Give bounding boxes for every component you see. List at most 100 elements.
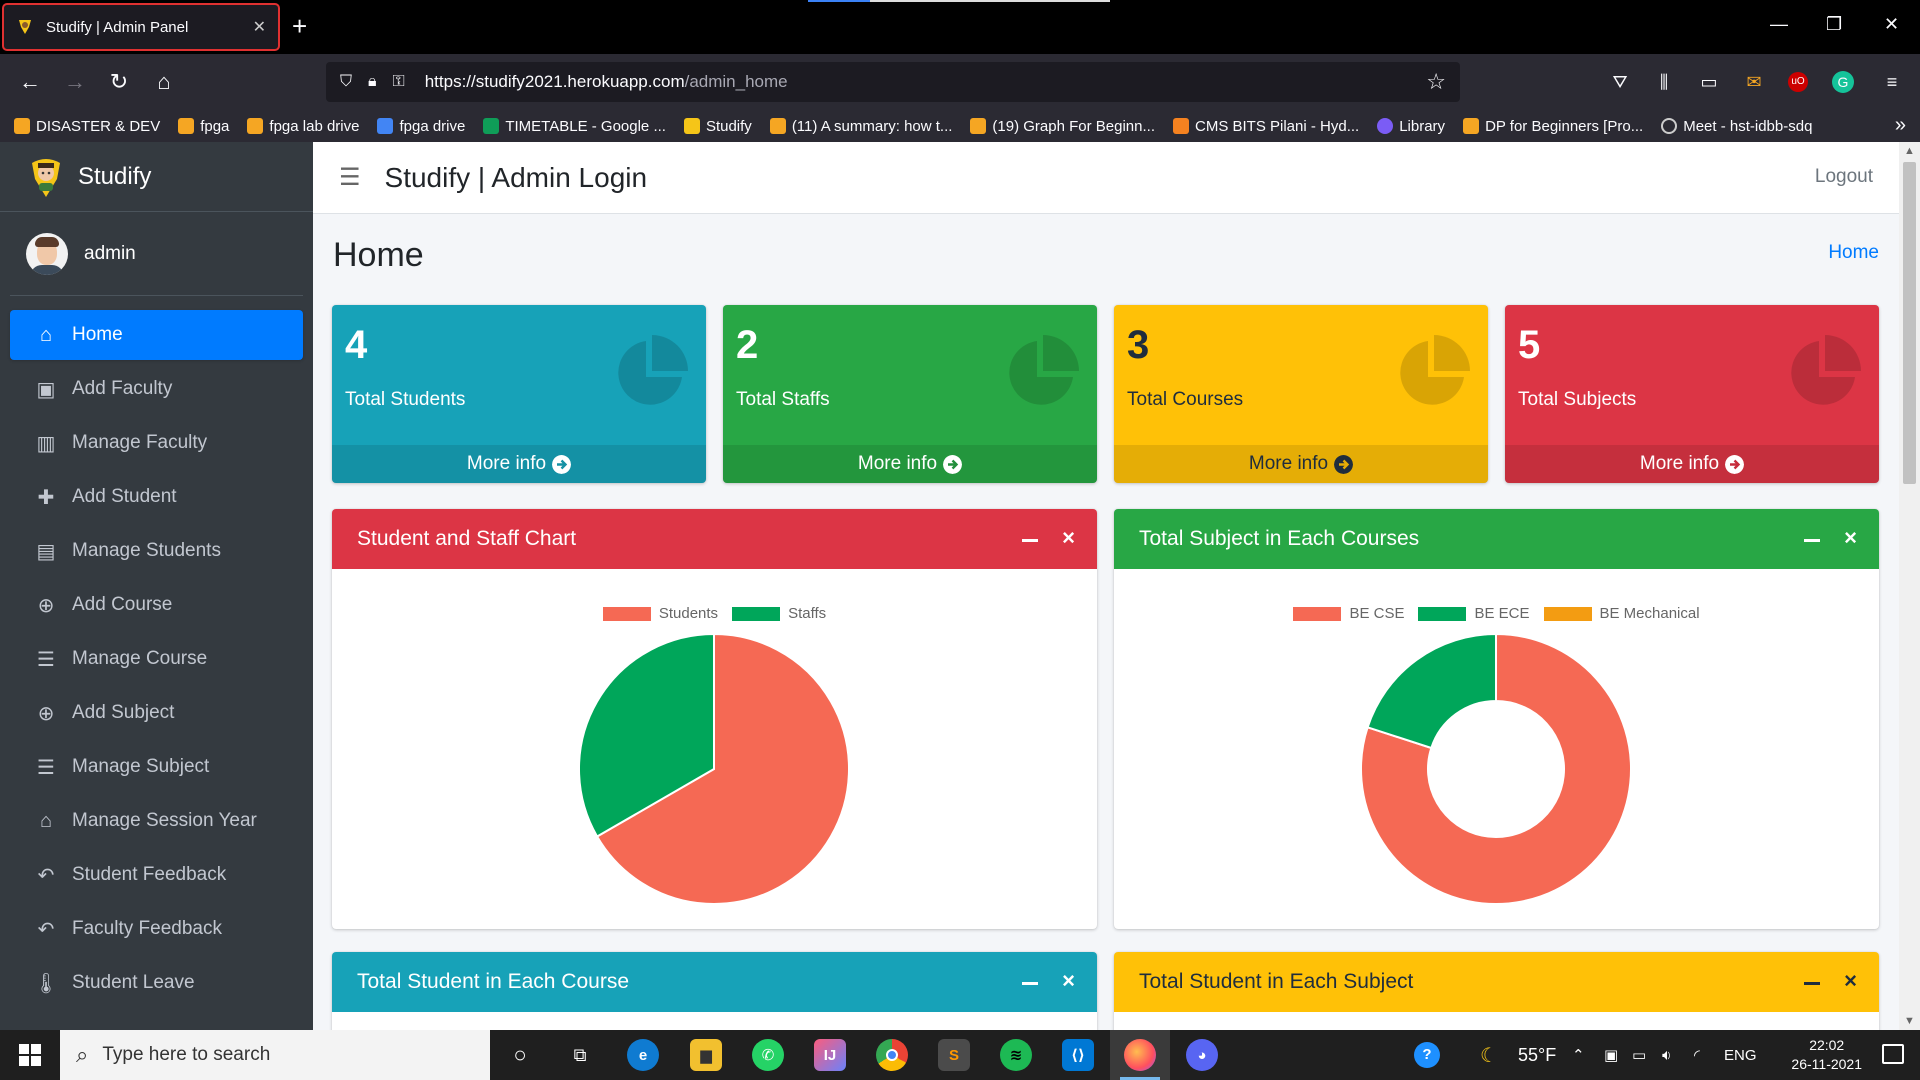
- cortana-icon[interactable]: ○: [504, 1039, 536, 1071]
- new-tab-icon[interactable]: +: [292, 12, 307, 40]
- sidebar-item-add-subject[interactable]: ⊕ Add Subject: [10, 688, 303, 738]
- sidebar-icon[interactable]: ▭: [1697, 70, 1721, 94]
- close-icon[interactable]: ×: [1844, 970, 1857, 992]
- legend-item[interactable]: Staffs: [732, 605, 826, 622]
- minimize-window-icon[interactable]: —: [1770, 14, 1788, 35]
- legend-item[interactable]: Students: [602, 605, 718, 622]
- logout-link[interactable]: Logout: [1815, 166, 1873, 188]
- sidebar-item-faculty-feedback[interactable]: ↶ Faculty Feedback: [10, 904, 303, 954]
- slice-be-cse[interactable]: [1360, 632, 1632, 905]
- battery-icon[interactable]: ▭: [1632, 1030, 1646, 1080]
- forward-icon[interactable]: →: [61, 68, 89, 96]
- scroll-up-icon[interactable]: ▲: [1899, 142, 1920, 160]
- weather-moon-icon[interactable]: ☾: [1480, 1030, 1498, 1080]
- sidebar-item-manage-course[interactable]: ☰ Manage Course: [10, 634, 303, 684]
- legend-item[interactable]: BE Mechanical: [1543, 605, 1700, 622]
- sidebar-item-add-faculty[interactable]: ▣ Add Faculty: [10, 364, 303, 414]
- close-icon[interactable]: ×: [1062, 970, 1075, 992]
- sidebar-item-student-feedback[interactable]: ↶ Student Feedback: [10, 850, 303, 900]
- user-panel[interactable]: admin: [10, 212, 303, 296]
- edge-icon[interactable]: e: [627, 1039, 659, 1071]
- url-text[interactable]: https://studify2021.herokuapp.com/admin_…: [425, 72, 1427, 92]
- sidebar-item-manage-students[interactable]: ▤ Manage Students: [10, 526, 303, 576]
- volume-icon[interactable]: 🔉︎: [1662, 1030, 1671, 1080]
- taskbar-clock[interactable]: 22:02 26-11-2021: [1791, 1036, 1862, 1074]
- bookmark-item[interactable]: Library: [1377, 118, 1445, 135]
- slice-students[interactable]: [595, 632, 850, 905]
- sidebar-item-manage-session-year[interactable]: ⌂ Manage Session Year: [10, 796, 303, 846]
- close-window-icon[interactable]: ✕: [1884, 14, 1899, 35]
- file-explorer-icon[interactable]: ▆: [690, 1039, 722, 1071]
- bookmarks-overflow-icon[interactable]: »: [1895, 114, 1906, 137]
- url-bar[interactable]: ⛉ 🔒︎ ⚿ https://studify2021.herokuapp.com…: [326, 62, 1460, 102]
- sidebar-item-add-course[interactable]: ⊕ Add Course: [10, 580, 303, 630]
- legend-item[interactable]: BE CSE: [1293, 605, 1404, 622]
- bookmark-item[interactable]: fpga: [178, 118, 229, 135]
- hamburger-menu-icon[interactable]: ☰: [339, 163, 361, 192]
- bookmark-item[interactable]: Meet - hst-idbb-sdq: [1661, 118, 1812, 135]
- lock-icon[interactable]: 🔒︎: [368, 73, 377, 91]
- bookmark-item[interactable]: CMS BITS Pilani - Hyd...: [1173, 118, 1359, 135]
- firefox-icon[interactable]: [1124, 1039, 1156, 1071]
- slice-be-ece[interactable]: [1366, 632, 1497, 750]
- sidebar-item-manage-faculty[interactable]: ▥ Manage Faculty: [10, 418, 303, 468]
- home-icon[interactable]: ⌂: [150, 68, 178, 96]
- sidebar-item-add-student[interactable]: ✚ Add Student: [10, 472, 303, 522]
- notification-center-icon[interactable]: [1882, 1044, 1904, 1064]
- ublock-icon[interactable]: uO: [1788, 72, 1808, 92]
- more-info-link[interactable]: More info: [332, 445, 706, 483]
- collapse-icon[interactable]: [1022, 538, 1039, 542]
- vscode-icon[interactable]: ⟨⟩: [1062, 1039, 1094, 1071]
- taskbar-search-input[interactable]: ⌕ Type here to search: [60, 1030, 490, 1080]
- more-info-link[interactable]: More info: [723, 445, 1097, 483]
- bookmark-item[interactable]: (11) A summary: how t...: [769, 118, 952, 135]
- sidebar-item-student-leave[interactable]: 🌡︎ Student Leave: [10, 958, 303, 1008]
- slice-staffs[interactable]: [578, 632, 715, 838]
- meet-now-icon[interactable]: ▣: [1604, 1030, 1618, 1080]
- discord-icon[interactable]: ◕: [1186, 1039, 1218, 1071]
- task-view-icon[interactable]: ⧉: [564, 1039, 596, 1071]
- bookmark-item[interactable]: fpga lab drive: [247, 118, 359, 135]
- wifi-icon[interactable]: ◜: [1694, 1030, 1700, 1080]
- tab-close-icon[interactable]: ✕: [253, 17, 266, 37]
- more-info-link[interactable]: More info: [1114, 445, 1488, 483]
- collapse-icon[interactable]: [1804, 538, 1821, 542]
- help-icon[interactable]: ?: [1414, 1030, 1440, 1080]
- grammarly-icon[interactable]: G: [1832, 71, 1854, 93]
- breadcrumb[interactable]: Home: [1828, 242, 1879, 264]
- close-icon[interactable]: ×: [1062, 527, 1075, 549]
- browser-tab[interactable]: Studify | Admin Panel ✕: [2, 3, 280, 51]
- bookmark-star-icon[interactable]: ☆: [1426, 69, 1446, 95]
- sublime-text-icon[interactable]: S: [938, 1039, 970, 1071]
- chrome-icon[interactable]: [876, 1039, 908, 1071]
- bookmark-item[interactable]: Studify: [683, 118, 752, 135]
- windows-start-button[interactable]: [0, 1030, 60, 1080]
- bookmark-item[interactable]: (19) Graph For Beginn...: [970, 118, 1155, 135]
- bookmark-item[interactable]: TIMETABLE - Google ...: [483, 118, 666, 135]
- notification-extension-icon[interactable]: ✉: [1742, 70, 1766, 94]
- sidebar-brand[interactable]: Studify: [0, 142, 313, 212]
- page-scrollbar[interactable]: ▲ ▼: [1899, 142, 1920, 1030]
- collapse-icon[interactable]: [1804, 981, 1821, 985]
- legend-item[interactable]: BE ECE: [1418, 605, 1530, 622]
- bookmark-item[interactable]: fpga drive: [377, 118, 465, 135]
- key-icon[interactable]: ⚿: [393, 73, 405, 91]
- sidebar-item-home[interactable]: ⌂ Home: [10, 310, 303, 360]
- close-icon[interactable]: ×: [1844, 527, 1857, 549]
- restore-window-icon[interactable]: ❐: [1826, 14, 1842, 35]
- reload-icon[interactable]: ↻: [105, 68, 133, 96]
- sidebar-item-manage-subject[interactable]: ☰ Manage Subject: [10, 742, 303, 792]
- collapse-icon[interactable]: [1022, 981, 1039, 985]
- language-indicator[interactable]: ENG: [1724, 1030, 1757, 1080]
- library-icon[interactable]: ⫼: [1652, 70, 1676, 94]
- whatsapp-icon[interactable]: ✆: [752, 1039, 784, 1071]
- weather-temperature[interactable]: 55°F: [1518, 1030, 1556, 1080]
- scroll-down-icon[interactable]: ▼: [1899, 1012, 1920, 1030]
- bookmark-item[interactable]: DISASTER & DEV: [14, 118, 160, 135]
- scroll-thumb[interactable]: [1903, 162, 1916, 484]
- pocket-icon[interactable]: ⛛: [1608, 70, 1632, 94]
- more-info-link[interactable]: More info: [1505, 445, 1879, 483]
- intellij-icon[interactable]: IJ: [814, 1039, 846, 1071]
- bookmark-item[interactable]: DP for Beginners [Pro...: [1463, 118, 1643, 135]
- back-icon[interactable]: ←: [16, 68, 44, 96]
